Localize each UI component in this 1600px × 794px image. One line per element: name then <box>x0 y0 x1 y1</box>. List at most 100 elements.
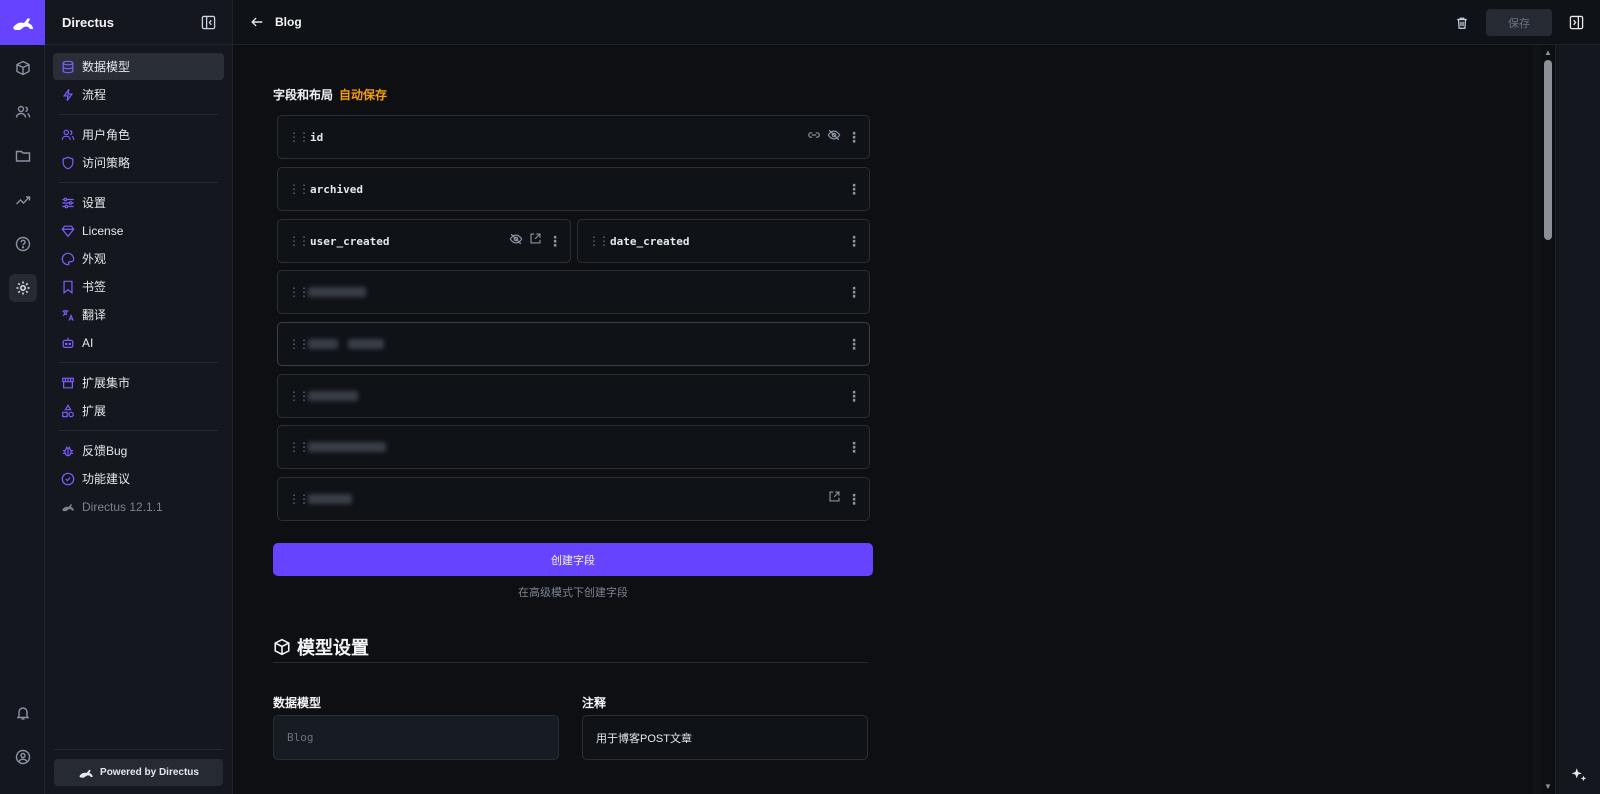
field-row-redacted[interactable]: ⋮⋮ ⋮ <box>277 477 870 521</box>
scroll-up-icon[interactable]: ▲ <box>1544 48 1552 57</box>
primary-key-icon <box>807 128 821 147</box>
sidebar-item[interactable]: Directus 12.1.1 <box>53 493 224 520</box>
more-options-icon[interactable]: ⋮ <box>847 492 861 506</box>
sidebar-item-label: Directus 12.1.1 <box>82 499 163 514</box>
field-row-user-created[interactable]: ⋮⋮ user_created ⋮ <box>277 219 571 263</box>
create-field-button[interactable]: 创建字段 <box>273 543 873 576</box>
sidebar-item[interactable]: 扩展 <box>53 397 224 424</box>
users-module-icon[interactable] <box>0 89 45 134</box>
bolt-icon <box>61 88 75 102</box>
insights-module-icon[interactable] <box>0 177 45 222</box>
sidebar-item-label: 外观 <box>82 252 107 266</box>
bug-icon <box>61 444 75 458</box>
sidebar-item[interactable]: 外观 <box>53 245 224 272</box>
content-module-icon[interactable] <box>0 45 45 90</box>
sidebar-item[interactable]: 扩展集市 <box>53 369 224 396</box>
bookmark-icon <box>61 280 75 294</box>
field-actions: ⋮ <box>807 116 861 158</box>
field-row-redacted[interactable]: ⋮⋮ ⋮ <box>277 374 870 418</box>
drag-handle-icon[interactable]: ⋮⋮ <box>288 130 310 144</box>
drag-handle-icon[interactable]: ⋮⋮ <box>288 234 310 248</box>
ai-sparkle-icon[interactable] <box>1570 766 1588 784</box>
hidden-eye-icon[interactable] <box>509 232 523 251</box>
drag-handle-icon[interactable]: ⋮⋮ <box>288 389 310 403</box>
field-actions: ⋮ <box>847 220 861 262</box>
field-row-date-created[interactable]: ⋮⋮ date_created ⋮ <box>577 219 870 263</box>
more-options-icon[interactable]: ⋮ <box>847 130 861 144</box>
user-account-icon[interactable] <box>0 734 45 779</box>
sidebar-item[interactable]: 翻译 <box>53 301 224 328</box>
field-row-archived[interactable]: ⋮⋮ archived ⋮ <box>277 167 870 211</box>
sidebar-item[interactable]: 流程 <box>53 81 224 108</box>
redacted-field-name <box>308 339 338 349</box>
drag-handle-icon[interactable]: ⋮⋮ <box>288 285 310 299</box>
note-input[interactable]: 用于博客POST文章 <box>582 715 868 760</box>
more-options-icon[interactable]: ⋮ <box>847 440 861 454</box>
palette-icon <box>61 252 75 266</box>
back-arrow-icon[interactable] <box>245 10 269 34</box>
scrollbar-thumb[interactable] <box>1544 60 1552 240</box>
drag-handle-icon[interactable]: ⋮⋮ <box>288 440 310 454</box>
main-scrollbar[interactable]: ▲ ▼ <box>1541 45 1555 794</box>
drag-handle-icon[interactable]: ⋮⋮ <box>288 337 310 351</box>
help-module-icon[interactable] <box>0 221 45 266</box>
right-sidebar <box>1555 45 1600 794</box>
save-button[interactable]: 保存 <box>1486 9 1552 36</box>
more-options-icon[interactable]: ⋮ <box>847 337 861 351</box>
header-bar: Blog 保存 <box>233 0 1600 45</box>
sidebar-item-label: 设置 <box>82 196 107 210</box>
cube-icon <box>273 638 291 656</box>
field-row-id[interactable]: ⋮⋮ id ⋮ <box>277 115 870 159</box>
note-label: 注释 <box>582 696 607 710</box>
trash-icon[interactable] <box>1450 11 1474 35</box>
collection-name-input[interactable]: Blog <box>273 715 559 760</box>
sidebar-item[interactable]: License <box>53 217 224 244</box>
open-in-new-icon[interactable] <box>529 232 542 250</box>
redacted-field-name <box>308 442 386 452</box>
notifications-icon[interactable] <box>0 690 45 735</box>
sidebar-item[interactable]: 用户角色 <box>53 121 224 148</box>
gear-icon <box>8 273 37 302</box>
drag-handle-icon[interactable]: ⋮⋮ <box>288 492 310 506</box>
sidebar-item[interactable]: 功能建议 <box>53 465 224 492</box>
field-actions: ⋮ <box>847 375 861 417</box>
open-in-new-icon[interactable] <box>828 490 841 508</box>
more-options-icon[interactable]: ⋮ <box>847 234 861 248</box>
sidebar-item[interactable]: 书签 <box>53 273 224 300</box>
sidebar-item-label: 功能建议 <box>82 472 131 486</box>
sidebar-item-label: 流程 <box>82 88 107 102</box>
header-actions: 保存 <box>1450 9 1588 36</box>
directus-logo[interactable] <box>0 0 45 45</box>
sidebar-item-label: 扩展 <box>82 404 107 418</box>
translate-icon <box>61 308 75 322</box>
model-settings-heading: 模型设置 <box>273 634 369 660</box>
more-options-icon[interactable]: ⋮ <box>548 234 562 248</box>
toggle-panel-icon[interactable] <box>1564 11 1588 35</box>
collection-label: 数据模型 <box>273 696 322 710</box>
sidebar-item-label: 访问策略 <box>82 156 131 170</box>
settings-module-icon[interactable] <box>0 265 45 310</box>
sidebar-item[interactable]: AI <box>53 329 224 356</box>
drag-handle-icon[interactable]: ⋮⋮ <box>288 182 310 196</box>
sidebar-item[interactable]: 访问策略 <box>53 149 224 176</box>
sidebar-item[interactable]: 反馈Bug <box>53 437 224 464</box>
sidebar-header: Directus <box>45 0 232 45</box>
collapse-sidebar-icon[interactable] <box>201 15 216 30</box>
sidebar-divider <box>54 749 223 750</box>
files-module-icon[interactable] <box>0 133 45 178</box>
sidebar-item[interactable]: 设置 <box>53 189 224 216</box>
field-row-redacted[interactable]: ⋮⋮ ⋮ <box>277 322 870 366</box>
field-row-redacted[interactable]: ⋮⋮ ⋮ <box>277 425 870 469</box>
field-row-redacted[interactable]: ⋮⋮ ⋮ <box>277 270 870 314</box>
more-options-icon[interactable]: ⋮ <box>847 285 861 299</box>
hidden-eye-icon[interactable] <box>827 128 841 147</box>
advanced-mode-link[interactable]: 在高级模式下创建字段 <box>273 584 873 600</box>
powered-by-button[interactable]: Powered by Directus <box>54 759 223 786</box>
scroll-down-icon[interactable]: ▼ <box>1544 782 1552 791</box>
directus-logo-icon <box>61 500 75 514</box>
more-options-icon[interactable]: ⋮ <box>847 389 861 403</box>
sidebar-item[interactable]: 数据模型 <box>53 53 224 80</box>
drag-handle-icon[interactable]: ⋮⋮ <box>588 234 610 248</box>
redacted-field-name <box>308 391 358 401</box>
more-options-icon[interactable]: ⋮ <box>847 182 861 196</box>
